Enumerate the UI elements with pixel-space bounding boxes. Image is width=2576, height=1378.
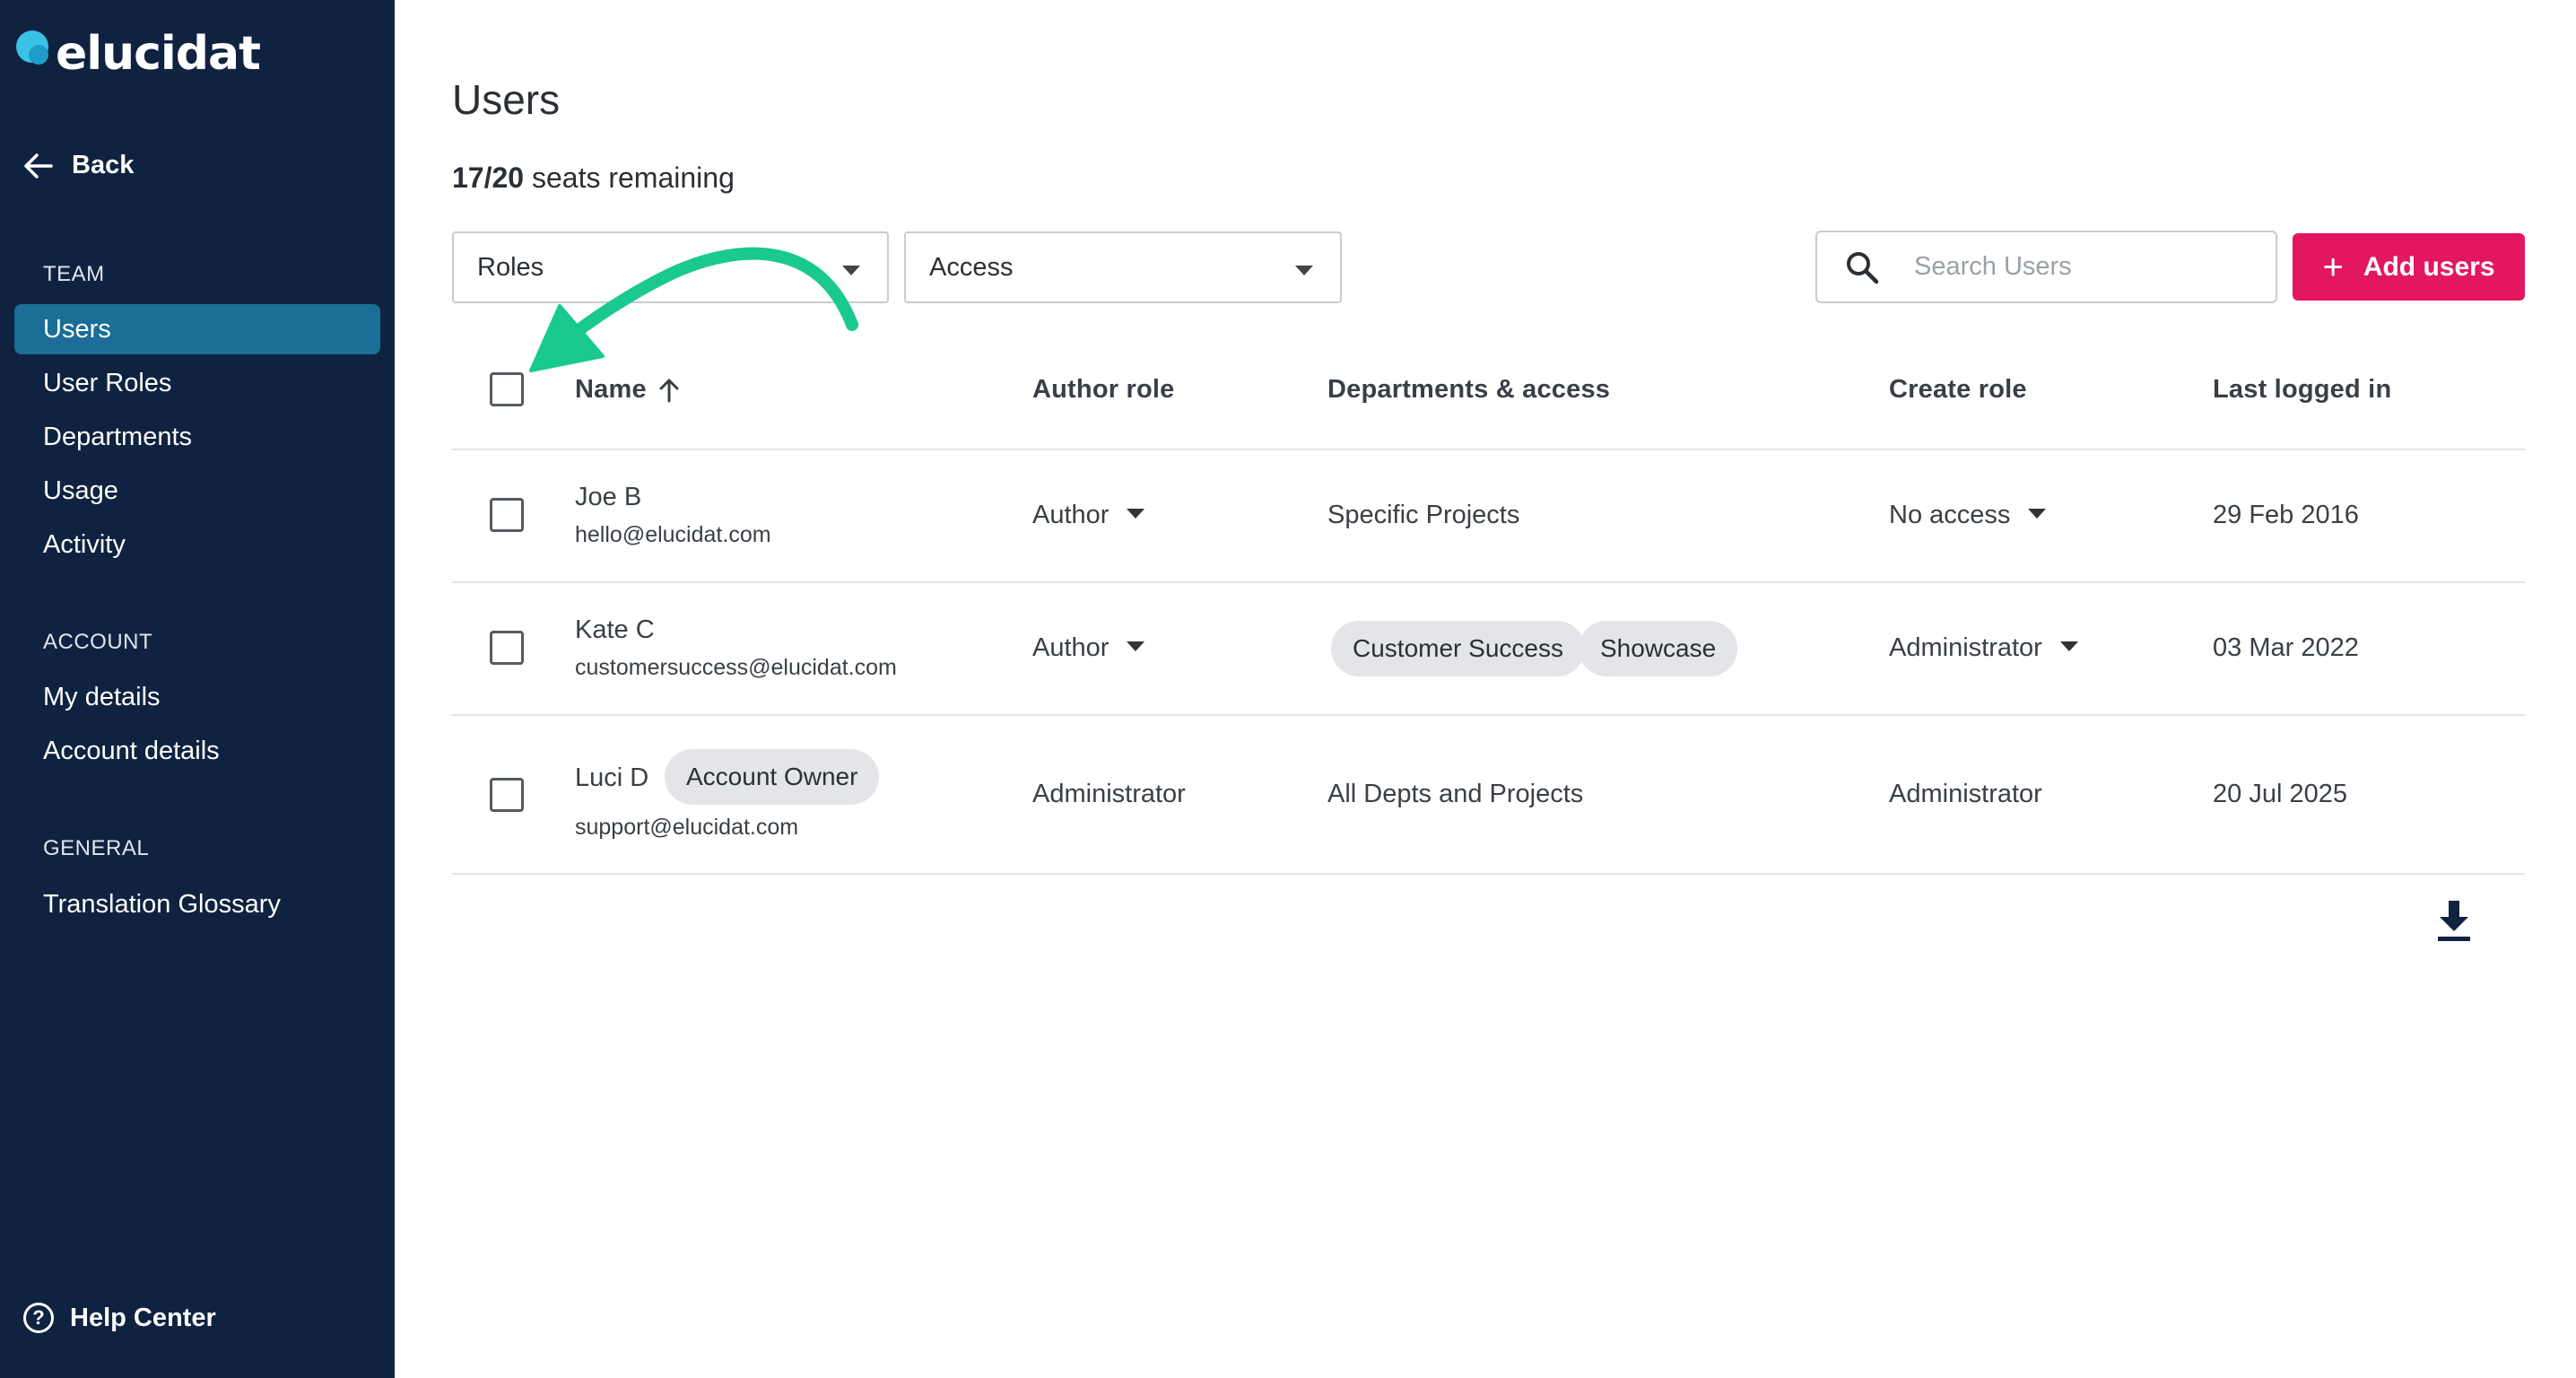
sidebar: elucidat Back TEAM Users User Roles Depa… (0, 0, 395, 1378)
row-checkbox[interactable] (490, 778, 524, 812)
search-icon (1847, 251, 1879, 283)
caret-down-icon (2059, 641, 2078, 651)
section-title-general: GENERAL (43, 836, 150, 860)
caret-down-icon (1127, 508, 1145, 519)
create-role-value: Administrator (1889, 780, 2042, 808)
header-divider (452, 449, 2525, 450)
last-logged-in: 20 Jul 2025 (2213, 780, 2347, 808)
row-checkbox[interactable] (490, 498, 524, 532)
author-role-value: Administrator (1032, 780, 1186, 808)
help-center-label: Help Center (70, 1303, 216, 1332)
plus-icon: + (2322, 247, 2344, 287)
row-divider (452, 581, 2525, 583)
author-role-value: Author (1032, 633, 1110, 662)
caret-down-icon (842, 266, 860, 275)
column-header-author-role[interactable]: Author role (1032, 375, 1174, 405)
create-role-dropdown[interactable]: No access (1889, 501, 2047, 530)
author-role-dropdown[interactable]: Author (1032, 633, 1145, 663)
help-circle-icon: ? (23, 1303, 54, 1333)
row-divider (452, 873, 2525, 875)
last-logged-in: 03 Mar 2022 (2213, 633, 2359, 662)
add-users-button[interactable]: + Add users (2293, 233, 2525, 301)
help-center-link[interactable]: ? Help Center (23, 1303, 216, 1333)
user-name: Luci D (575, 763, 649, 792)
seats-remaining: 17/20 seats remaining (452, 161, 735, 195)
sort-up-arrow-icon (659, 379, 679, 402)
page-title: Users (452, 76, 561, 123)
account-owner-badge: Account Owner (665, 749, 880, 805)
back-label: Back (72, 151, 135, 179)
column-header-create-role[interactable]: Create role (1889, 375, 2027, 405)
roles-filter-label: Roles (477, 252, 544, 282)
search-input[interactable] (1914, 252, 2255, 282)
download-icon[interactable] (2434, 899, 2474, 944)
select-all-checkbox[interactable] (490, 372, 524, 406)
section-title-team: TEAM (43, 262, 105, 286)
sidebar-item-user-roles[interactable]: User Roles (14, 358, 380, 408)
user-name: Kate C (575, 615, 655, 644)
author-role-value: Author (1032, 501, 1110, 529)
back-arrow-icon (24, 153, 53, 179)
add-users-label: Add users (2363, 251, 2495, 282)
sidebar-item-translation-glossary[interactable]: Translation Glossary (14, 879, 380, 929)
back-link[interactable]: Back (23, 151, 134, 180)
departments-access: Specific Projects (1327, 501, 1520, 529)
user-email: hello@elucidat.com (575, 522, 771, 547)
author-role-dropdown[interactable]: Author (1032, 501, 1145, 530)
last-logged-in: 29 Feb 2016 (2213, 501, 2359, 529)
roles-filter-select[interactable]: Roles (452, 231, 889, 303)
caret-down-icon (1127, 641, 1145, 651)
departments-access: All Depts and Projects (1327, 780, 1584, 808)
column-header-departments[interactable]: Departments & access (1327, 375, 1610, 405)
create-role-value: Administrator (1889, 633, 2042, 662)
caret-down-icon (1295, 266, 1313, 275)
access-filter-label: Access (929, 252, 1014, 282)
sidebar-item-users[interactable]: Users (14, 304, 380, 354)
sidebar-item-activity[interactable]: Activity (14, 519, 380, 570)
create-role-value: No access (1889, 501, 2011, 529)
row-checkbox[interactable] (490, 631, 524, 665)
access-filter-select[interactable]: Access (904, 231, 1342, 303)
logo-mark-icon (16, 27, 59, 77)
caret-down-icon (2028, 508, 2047, 519)
search-box (1815, 231, 2277, 303)
elucidat-logo[interactable]: elucidat (16, 27, 261, 81)
user-email: support@elucidat.com (575, 815, 799, 840)
sidebar-item-my-details[interactable]: My details (14, 672, 380, 722)
sidebar-item-usage[interactable]: Usage (14, 466, 380, 516)
seats-suffix: seats remaining (524, 161, 735, 194)
sidebar-item-departments[interactable]: Departments (14, 412, 380, 462)
column-header-name-label: Name (575, 375, 647, 404)
sidebar-item-account-details[interactable]: Account details (14, 726, 380, 776)
seats-count: 17/20 (452, 161, 525, 194)
section-title-account: ACCOUNT (43, 630, 153, 654)
column-header-name[interactable]: Name (575, 375, 681, 405)
create-role-dropdown[interactable]: Administrator (1889, 633, 2078, 663)
logo-text: elucidat (56, 27, 261, 81)
user-name: Joe B (575, 483, 642, 511)
column-header-last-logged-in[interactable]: Last logged in (2213, 375, 2391, 405)
department-chip: Showcase (1579, 621, 1738, 676)
user-email: customersuccess@elucidat.com (575, 655, 897, 680)
row-divider (452, 714, 2525, 716)
department-chip: Customer Success (1331, 621, 1585, 676)
